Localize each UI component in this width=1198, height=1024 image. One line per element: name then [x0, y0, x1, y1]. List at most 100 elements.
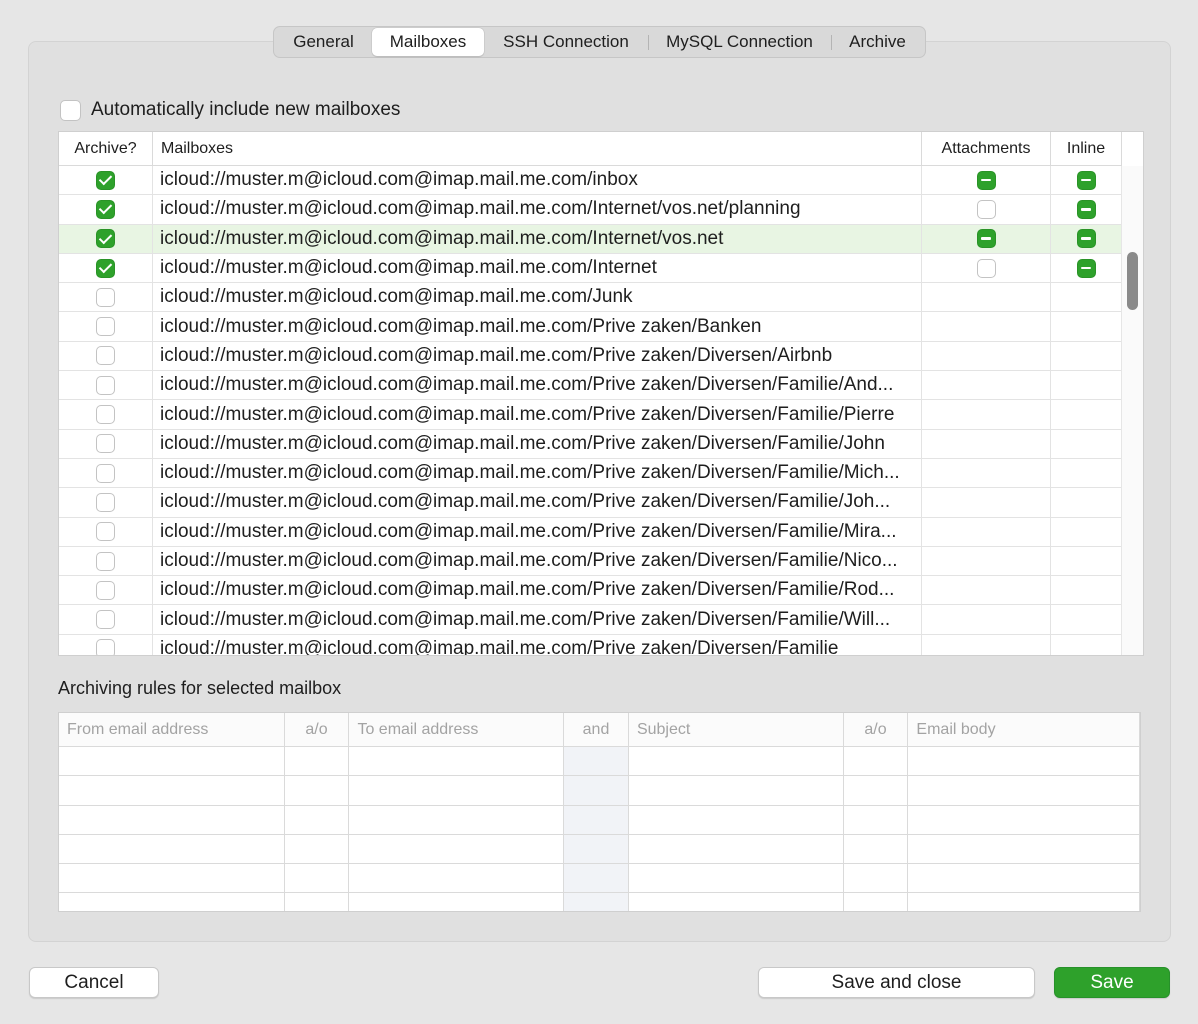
- save-button[interactable]: Save: [1054, 967, 1170, 998]
- column-email-body[interactable]: Email body: [908, 713, 1140, 746]
- column-a-o-1[interactable]: a/o: [285, 713, 350, 746]
- mailbox-row[interactable]: icloud://muster.m@icloud.com@imap.mail.m…: [59, 546, 1122, 577]
- rule-cell[interactable]: [844, 776, 909, 805]
- archive-checkbox[interactable]: [96, 522, 115, 542]
- rule-cell[interactable]: [629, 747, 844, 776]
- mailbox-row[interactable]: icloud://muster.m@icloud.com@imap.mail.m…: [59, 312, 1122, 342]
- rule-cell[interactable]: [908, 893, 1140, 911]
- rule-row[interactable]: [59, 776, 1140, 806]
- rule-cell[interactable]: [908, 747, 1140, 776]
- mailbox-row[interactable]: icloud://muster.m@icloud.com@imap.mail.m…: [59, 429, 1122, 459]
- rule-cell[interactable]: [908, 805, 1140, 834]
- rule-cell[interactable]: [629, 805, 844, 834]
- rule-cell[interactable]: [844, 805, 909, 834]
- inline-checkbox[interactable]: [1076, 170, 1096, 190]
- rule-cell[interactable]: [285, 864, 350, 893]
- auto-include-checkbox[interactable]: [60, 99, 81, 121]
- tab-archive[interactable]: Archive: [831, 28, 924, 56]
- vertical-scrollbar[interactable]: [1121, 166, 1143, 655]
- column-archive[interactable]: Archive?: [59, 132, 153, 166]
- rule-cell[interactable]: [844, 834, 909, 864]
- attachments-checkbox[interactable]: [976, 170, 996, 190]
- mailbox-row[interactable]: icloud://muster.m@icloud.com@imap.mail.m…: [59, 576, 1122, 606]
- rule-cell[interactable]: [349, 776, 565, 805]
- archive-checkbox[interactable]: [96, 199, 115, 219]
- mailbox-row[interactable]: icloud://muster.m@icloud.com@imap.mail.m…: [59, 166, 1122, 196]
- column-a-o-2[interactable]: a/o: [844, 713, 909, 746]
- rule-cell[interactable]: [285, 834, 350, 864]
- mailbox-row[interactable]: icloud://muster.m@icloud.com@imap.mail.m…: [59, 253, 1122, 284]
- archive-checkbox[interactable]: [96, 375, 115, 395]
- archive-checkbox[interactable]: [96, 405, 115, 425]
- save-and-close-button[interactable]: Save and close: [758, 967, 1035, 998]
- archive-checkbox[interactable]: [96, 610, 115, 630]
- rule-cell[interactable]: [349, 893, 565, 911]
- mailbox-row[interactable]: icloud://muster.m@icloud.com@imap.mail.m…: [59, 488, 1122, 518]
- archive-checkbox[interactable]: [96, 229, 115, 249]
- archive-checkbox[interactable]: [96, 346, 115, 366]
- archive-checkbox[interactable]: [96, 317, 115, 337]
- cancel-button[interactable]: Cancel: [29, 967, 159, 998]
- mailbox-row[interactable]: icloud://muster.m@icloud.com@imap.mail.m…: [59, 458, 1122, 489]
- rule-cell[interactable]: [349, 834, 565, 864]
- inline-checkbox[interactable]: [1076, 199, 1096, 219]
- mailbox-row[interactable]: icloud://muster.m@icloud.com@imap.mail.m…: [59, 517, 1122, 547]
- rule-cell[interactable]: [629, 893, 844, 911]
- scrollbar-thumb[interactable]: [1127, 252, 1138, 310]
- rule-cell[interactable]: [285, 893, 350, 911]
- archive-checkbox[interactable]: [96, 434, 115, 454]
- rule-row[interactable]: [59, 893, 1140, 911]
- column-subject[interactable]: Subject: [629, 713, 844, 746]
- mailbox-row[interactable]: icloud://muster.m@icloud.com@imap.mail.m…: [59, 195, 1122, 225]
- archive-checkbox[interactable]: [96, 258, 115, 278]
- archive-checkbox[interactable]: [96, 287, 115, 307]
- mailbox-row[interactable]: icloud://muster.m@icloud.com@imap.mail.m…: [59, 371, 1122, 401]
- rule-cell[interactable]: [908, 864, 1140, 893]
- rule-cell[interactable]: [564, 834, 629, 864]
- archive-checkbox[interactable]: [96, 639, 115, 655]
- rule-cell[interactable]: [908, 776, 1140, 805]
- rule-row[interactable]: [59, 834, 1140, 865]
- tab-ssh-connection[interactable]: SSH Connection: [484, 28, 648, 56]
- tab-mysql-connection[interactable]: MySQL Connection: [648, 28, 831, 56]
- rule-cell[interactable]: [59, 747, 285, 776]
- rule-cell[interactable]: [564, 747, 629, 776]
- inline-checkbox[interactable]: [1076, 229, 1096, 249]
- archive-checkbox[interactable]: [96, 492, 115, 512]
- rule-cell[interactable]: [564, 893, 629, 911]
- attachments-checkbox[interactable]: [976, 258, 996, 278]
- archive-checkbox[interactable]: [96, 463, 115, 483]
- column-inline[interactable]: Inline: [1051, 132, 1122, 166]
- rule-cell[interactable]: [844, 864, 909, 893]
- rule-cell[interactable]: [629, 864, 844, 893]
- rule-cell[interactable]: [564, 805, 629, 834]
- rule-cell[interactable]: [844, 747, 909, 776]
- rule-cell[interactable]: [59, 864, 285, 893]
- attachments-checkbox[interactable]: [976, 199, 996, 219]
- archive-checkbox[interactable]: [96, 551, 115, 571]
- archive-checkbox[interactable]: [96, 170, 115, 190]
- inline-checkbox[interactable]: [1076, 258, 1096, 278]
- rule-cell[interactable]: [629, 834, 844, 864]
- rule-cell[interactable]: [564, 864, 629, 893]
- rule-cell[interactable]: [59, 893, 285, 911]
- rule-cell[interactable]: [349, 805, 565, 834]
- rule-cell[interactable]: [59, 805, 285, 834]
- rule-cell[interactable]: [285, 747, 350, 776]
- rule-cell[interactable]: [629, 776, 844, 805]
- rule-cell[interactable]: [908, 834, 1140, 864]
- column-mailboxes[interactable]: Mailboxes: [153, 132, 922, 166]
- archive-checkbox[interactable]: [96, 580, 115, 600]
- rule-cell[interactable]: [349, 747, 565, 776]
- mailbox-row[interactable]: icloud://muster.m@icloud.com@imap.mail.m…: [59, 400, 1122, 430]
- rule-cell[interactable]: [349, 864, 565, 893]
- rule-row[interactable]: [59, 864, 1140, 894]
- rule-row[interactable]: [59, 747, 1140, 777]
- column-and[interactable]: and: [564, 713, 629, 746]
- tab-general[interactable]: General: [275, 28, 372, 56]
- rule-cell[interactable]: [59, 834, 285, 864]
- rule-cell[interactable]: [564, 776, 629, 805]
- mailbox-row[interactable]: icloud://muster.m@icloud.com@imap.mail.m…: [59, 283, 1122, 313]
- column-from-email[interactable]: From email address: [59, 713, 285, 746]
- tab-mailboxes[interactable]: Mailboxes: [372, 28, 484, 56]
